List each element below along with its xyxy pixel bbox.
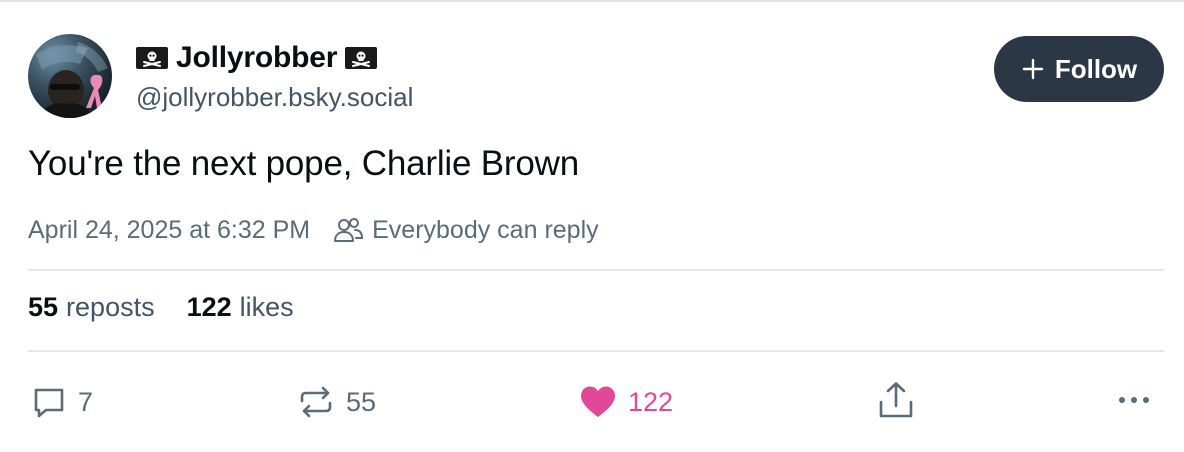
post-thread-view: Jollyrobber @jollyrobber.bsky.social Fol… — [0, 0, 1184, 452]
reply-button[interactable]: 7 — [30, 383, 93, 421]
post-meta: April 24, 2025 at 6:32 PM Everybody can … — [28, 212, 599, 248]
like-count: 122 — [628, 386, 674, 417]
people-icon — [334, 218, 364, 242]
follow-button-label: Follow — [1054, 53, 1138, 84]
pirate-flag-icon — [345, 47, 378, 69]
likes-count[interactable]: 122 — [187, 292, 232, 323]
post-timestamp[interactable]: April 24, 2025 at 6:32 PM — [28, 216, 310, 245]
top-divider — [0, 0, 1184, 2]
share-icon — [879, 382, 913, 418]
action-bar: 7 55 122 — [0, 374, 1184, 430]
repost-icon — [300, 386, 332, 418]
follow-button[interactable]: Follow — [994, 36, 1164, 102]
reply-setting-label[interactable]: Everybody can reply — [372, 216, 599, 245]
repost-button[interactable]: 55 — [296, 383, 376, 421]
post-stats: 55 reposts 122 likes — [28, 292, 294, 323]
more-icon — [1119, 397, 1149, 403]
divider — [28, 269, 1164, 271]
author-handle[interactable]: @jollyrobber.bsky.social — [136, 82, 413, 113]
reply-icon — [34, 388, 64, 418]
author-display-name[interactable]: Jollyrobber — [176, 41, 337, 75]
reply-count: 7 — [78, 386, 94, 417]
heart-icon — [581, 386, 615, 417]
divider — [28, 350, 1164, 352]
avatar-image — [36, 42, 108, 118]
like-button[interactable]: 122 — [578, 383, 673, 421]
reposts-label[interactable]: reposts — [66, 292, 155, 323]
post-text: You're the next pope, Charlie Brown — [28, 144, 579, 183]
author-name-row[interactable]: Jollyrobber — [136, 38, 378, 78]
reposts-count[interactable]: 55 — [28, 292, 58, 323]
avatar[interactable] — [28, 34, 112, 118]
plus-icon — [1022, 58, 1044, 80]
likes-label[interactable]: likes — [240, 292, 294, 323]
repost-count: 55 — [346, 386, 377, 417]
pirate-flag-icon — [136, 47, 168, 69]
more-options-button[interactable] — [1114, 392, 1154, 408]
share-button[interactable] — [876, 380, 916, 422]
